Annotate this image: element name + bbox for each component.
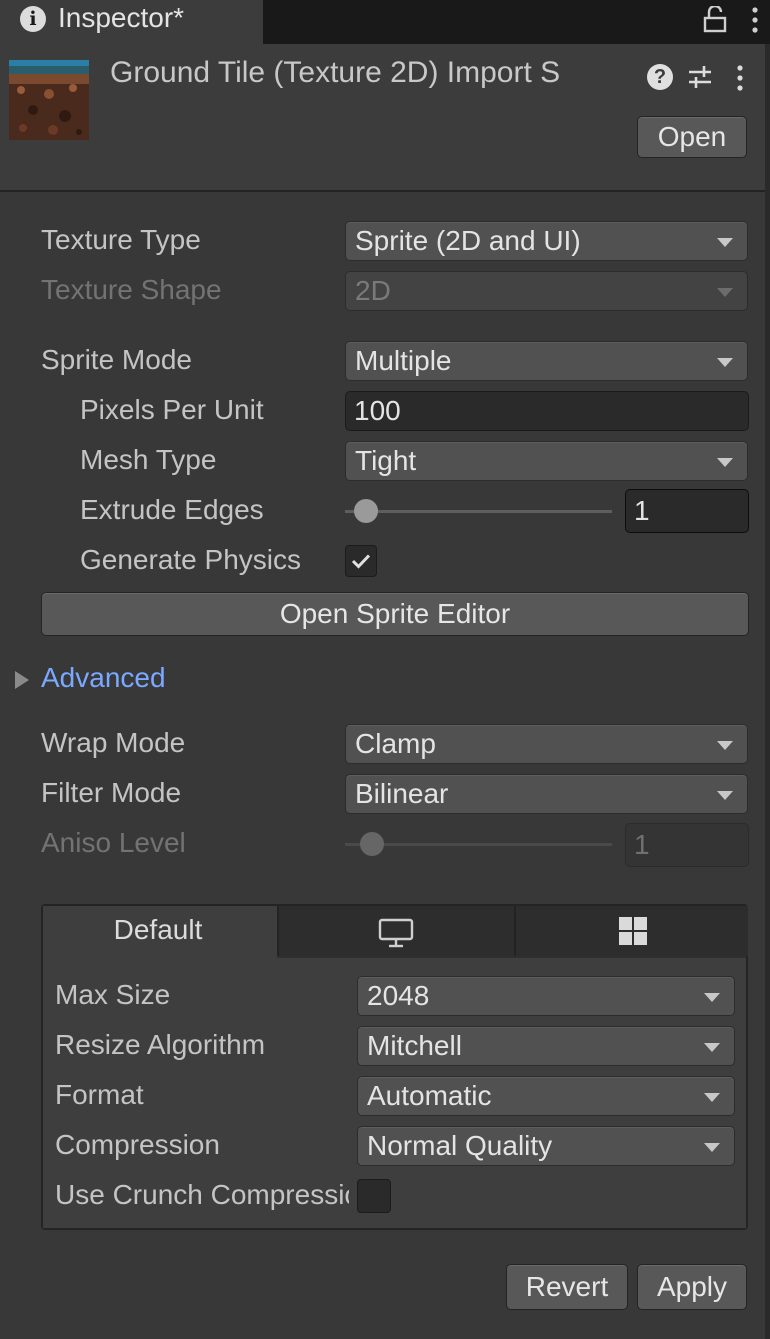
resize-algorithm-dropdown[interactable]: Mitchell <box>357 1026 735 1066</box>
texture-shape-label: Texture Shape <box>41 274 222 305</box>
wrap-mode-label: Wrap Mode <box>41 727 186 758</box>
tab-default-label: Default <box>113 914 203 945</box>
compression-dropdown[interactable]: Normal Quality <box>357 1126 735 1166</box>
tab-standalone[interactable] <box>277 906 516 956</box>
extrude-edges-slider-handle[interactable] <box>354 499 379 523</box>
component-menu-icon[interactable] <box>735 62 745 94</box>
sprite-mode-dropdown[interactable]: Multiple <box>345 341 748 381</box>
resize-algorithm-value: Mitchell <box>367 1030 462 1061</box>
mesh-type-value: Tight <box>355 445 417 476</box>
filter-mode-label: Filter Mode <box>41 777 182 808</box>
preset-settings-icon[interactable] <box>687 64 713 90</box>
chevron-down-icon <box>717 791 733 800</box>
info-icon: i <box>20 6 46 32</box>
lock-icon[interactable] <box>702 6 728 34</box>
chevron-down-icon <box>704 1043 720 1052</box>
texture-shape-dropdown: 2D <box>345 271 748 311</box>
max-size-label: Max Size <box>55 979 171 1010</box>
texture-type-label: Texture Type <box>41 224 201 255</box>
generate-physics-checkbox[interactable] <box>345 545 377 577</box>
inspector-header: Ground Tile (Texture 2D) Import S ? Open <box>0 44 770 192</box>
inspector-tab-title: Inspector* <box>58 2 185 33</box>
asset-title: Ground Tile (Texture 2D) Import S <box>110 56 561 89</box>
chevron-down-icon <box>717 358 733 367</box>
foldout-arrow-icon[interactable] <box>12 668 32 692</box>
aniso-level-slider-track <box>345 843 612 846</box>
more-menu-icon[interactable] <box>748 4 762 36</box>
wrap-mode-value: Clamp <box>355 728 436 759</box>
checkmark-icon <box>351 554 371 569</box>
extrude-edges-slider-track[interactable] <box>345 510 612 513</box>
chevron-down-icon <box>717 238 733 247</box>
pixels-per-unit-input[interactable]: 100 <box>345 391 749 431</box>
aniso-level-input: 1 <box>625 823 749 867</box>
chevron-down-icon <box>717 288 733 297</box>
advanced-foldout[interactable]: Advanced <box>41 662 166 694</box>
scrollbar[interactable] <box>765 44 770 1339</box>
extrude-edges-input[interactable]: 1 <box>625 489 749 533</box>
open-sprite-editor-button[interactable]: Open Sprite Editor <box>41 592 749 636</box>
chevron-down-icon <box>704 1143 720 1152</box>
filter-mode-dropdown[interactable]: Bilinear <box>345 774 748 814</box>
filter-mode-value: Bilinear <box>355 778 449 809</box>
format-label: Format <box>55 1079 144 1110</box>
apply-button[interactable]: Apply <box>637 1264 747 1310</box>
aniso-level-label: Aniso Level <box>41 827 186 858</box>
max-size-dropdown[interactable]: 2048 <box>357 976 735 1016</box>
texture-thumbnail <box>9 60 89 140</box>
wrap-mode-dropdown[interactable]: Clamp <box>345 724 748 764</box>
compression-value: Normal Quality <box>367 1130 553 1161</box>
chevron-down-icon <box>717 458 733 467</box>
chevron-down-icon <box>704 993 720 1002</box>
texture-shape-value: 2D <box>355 275 391 306</box>
aniso-level-slider-handle <box>359 832 384 856</box>
revert-button[interactable]: Revert <box>506 1264 628 1310</box>
windows-icon <box>619 917 647 945</box>
extrude-edges-label: Extrude Edges <box>80 494 264 525</box>
format-dropdown[interactable]: Automatic <box>357 1076 735 1116</box>
chevron-down-icon <box>704 1093 720 1102</box>
max-size-value: 2048 <box>367 980 430 1011</box>
chevron-down-icon <box>717 741 733 750</box>
use-crunch-compression-label: Use Crunch Compression <box>55 1179 349 1210</box>
generate-physics-label: Generate Physics <box>80 544 301 575</box>
compression-label: Compression <box>55 1129 220 1160</box>
pixels-per-unit-label: Pixels Per Unit <box>80 394 264 425</box>
use-crunch-compression-checkbox[interactable] <box>357 1179 391 1213</box>
texture-type-value: Sprite (2D and UI) <box>355 225 581 256</box>
help-icon[interactable]: ? <box>647 64 673 90</box>
sprite-mode-value: Multiple <box>355 345 452 376</box>
format-value: Automatic <box>367 1080 492 1111</box>
mesh-type-label: Mesh Type <box>80 444 217 475</box>
open-button[interactable]: Open <box>637 116 747 158</box>
sprite-mode-label: Sprite Mode <box>41 344 192 375</box>
tab-windows-store[interactable] <box>514 906 748 956</box>
mesh-type-dropdown[interactable]: Tight <box>345 441 748 481</box>
monitor-icon <box>378 918 414 948</box>
resize-algorithm-label: Resize Algorithm <box>55 1029 266 1060</box>
texture-type-dropdown[interactable]: Sprite (2D and UI) <box>345 221 748 261</box>
